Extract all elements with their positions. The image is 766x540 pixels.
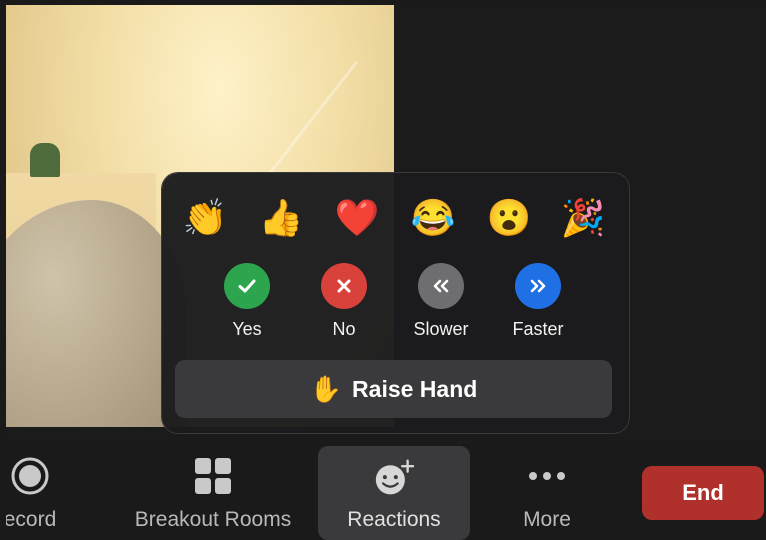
breakout-rooms-icon	[193, 456, 233, 496]
end-button[interactable]: End	[642, 466, 764, 520]
window-border-left	[0, 0, 6, 540]
faster-label: Faster	[512, 319, 564, 339]
breakout-rooms-label: Breakout Rooms	[134, 508, 292, 531]
more-button[interactable]: More	[495, 444, 599, 540]
tears-of-joy-emoji-button[interactable]: 😂	[408, 193, 458, 243]
bottle	[30, 143, 60, 177]
emoji-row: 👏 👍 ❤️ 😂 😮 🎉	[162, 193, 629, 243]
check-icon	[224, 263, 270, 309]
open-mouth-emoji-button[interactable]: 😮	[484, 193, 534, 243]
double-chevron-left-icon	[418, 263, 464, 309]
blanket	[6, 200, 186, 427]
breakout-rooms-button[interactable]: Breakout Rooms	[118, 444, 308, 540]
record-label: ecord	[3, 508, 57, 531]
more-icon	[527, 456, 567, 496]
no-label: No	[332, 319, 356, 339]
reactions-button[interactable]: Reactions	[318, 446, 470, 540]
no-button[interactable]: No	[304, 263, 384, 340]
heart-emoji-button[interactable]: ❤️	[332, 193, 382, 243]
yes-label: Yes	[232, 319, 262, 339]
clapping-hands-emoji-button[interactable]: 👏	[180, 193, 230, 243]
slower-button[interactable]: Slower	[401, 263, 481, 340]
reactions-popup: 👏 👍 ❤️ 😂 😮 🎉 Yes No Slower Faster ✋ Rais…	[162, 173, 629, 433]
record-icon	[10, 456, 50, 496]
add-reaction-icon	[374, 458, 414, 498]
thumbs-up-emoji-button[interactable]: 👍	[256, 193, 306, 243]
raise-hand-button[interactable]: ✋ Raise Hand	[175, 360, 612, 418]
raised-hand-icon: ✋	[309, 373, 343, 404]
double-chevron-right-icon	[515, 263, 561, 309]
raise-hand-label: Raise Hand	[352, 375, 478, 402]
yes-button[interactable]: Yes	[207, 263, 287, 340]
slower-label: Slower	[413, 319, 469, 339]
record-button[interactable]: ecord	[0, 444, 100, 540]
faster-button[interactable]: Faster	[498, 263, 578, 340]
x-icon	[321, 263, 367, 309]
window-border-top	[0, 0, 766, 5]
more-label: More	[523, 508, 571, 531]
party-popper-emoji-button[interactable]: 🎉	[558, 193, 608, 243]
light-streak	[257, 61, 358, 189]
reactions-label: Reactions	[347, 508, 441, 531]
